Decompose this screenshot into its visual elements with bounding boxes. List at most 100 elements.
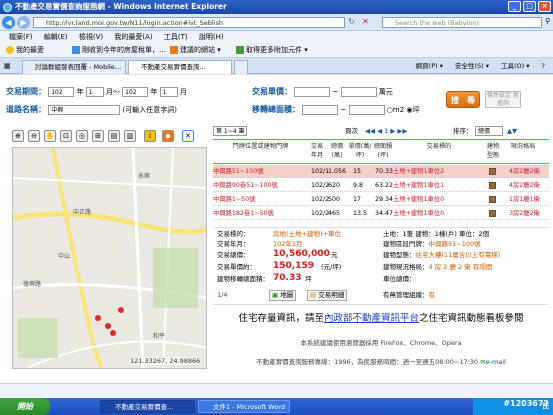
- zoom-in-icon[interactable]: ⊕: [12, 130, 24, 142]
- clear-icon[interactable]: ✕: [182, 130, 194, 142]
- col-building-type[interactable]: 建物型態: [484, 142, 502, 160]
- table-row[interactable]: 中興路182巷1~50號 102/2 465 13.5 34.47 土地+建物1車位0 3房…: [213, 207, 549, 220]
- zoom-out-icon[interactable]: ⊖: [28, 130, 40, 142]
- cell-address[interactable]: 中興路1~50號: [213, 193, 255, 206]
- col-area[interactable]: 總面積(坪): [372, 142, 394, 160]
- sort-order-icon[interactable]: ▲▼: [507, 125, 517, 137]
- menu-view[interactable]: 檢視(V): [79, 33, 103, 41]
- favorite-item-label: 剛收到今年的房屋稅單，…: [82, 46, 166, 54]
- map-marker[interactable]: [118, 307, 124, 313]
- tab-label: 討論群組發表回覆 - Mobile…: [35, 63, 122, 71]
- refresh-icon[interactable]: ↻: [348, 17, 355, 26]
- pan-icon[interactable]: ✋: [44, 130, 56, 142]
- menu-tools[interactable]: 工具(T): [164, 33, 188, 41]
- transaction-detail: 交易標的： 房地(土地+建物)+車位 交易年月： 102年1月 交易總價： 10…: [213, 227, 549, 305]
- service-hotline: 不動產實價查詢服務專線：1996，為民服務時間：週一至週五08:00~17:30…: [213, 356, 549, 366]
- page-label: 頁次: [345, 127, 358, 135]
- cell-address[interactable]: 中興路182巷1~50號: [213, 207, 274, 220]
- measure-icon[interactable]: ⊞: [92, 130, 104, 142]
- col-unit-price[interactable]: 單價(萬/坪): [348, 142, 372, 160]
- favorite-item-tax[interactable]: 剛收到今年的房屋稅單，…: [72, 43, 166, 58]
- quick-tabs-icon[interactable]: ▦: [4, 62, 11, 70]
- col-date[interactable]: 交易年月: [308, 142, 326, 160]
- menu-favorites[interactable]: 我的最愛(A): [114, 33, 152, 41]
- maximize-button[interactable]: □: [523, 1, 536, 12]
- start-year-select[interactable]: 102: [48, 87, 75, 97]
- col-total[interactable]: 總價(萬): [326, 142, 348, 160]
- end-month-select[interactable]: 1: [159, 87, 178, 97]
- email-link[interactable]: e-mail: [486, 358, 506, 366]
- detail-value: 1筆 建物：1棟(戶) 車位：2個: [402, 230, 490, 238]
- task-word[interactable]: 文件1 - Microsoft Word: [198, 400, 290, 413]
- menu-edit[interactable]: 編輯(E): [44, 33, 68, 41]
- map-toolbar: ⊕ ⊖ ✋ ⊡ ◎ ⊞ ▤ ▥ i ◆ ✕: [12, 130, 207, 144]
- detail-unit: 坪: [305, 275, 312, 283]
- tools-menu[interactable]: 工具(O) ▾: [501, 60, 530, 73]
- map-marker[interactable]: [95, 315, 101, 321]
- road-input[interactable]: 中興: [48, 105, 121, 115]
- stop-icon[interactable]: ✕: [362, 17, 369, 26]
- search-button[interactable]: 搜 尋: [446, 91, 480, 108]
- minimize-button[interactable]: _: [508, 1, 521, 12]
- full-extent-icon[interactable]: ⊡: [60, 130, 72, 142]
- map-road-label: 中正路: [73, 208, 91, 216]
- table-row[interactable]: 中興路1~50號 102/2 500 17 29.34 土地+建物1車位0 1房1廳1衛: [213, 193, 549, 206]
- new-query-button[interactable]: 條件設定 新查詢: [485, 91, 521, 108]
- date-range-row: 交易期間： 102 年 1 月～ 102 年 1 月: [6, 85, 187, 99]
- task-ie[interactable]: 不動產交易實價查...: [100, 400, 195, 413]
- favorite-item-suggested[interactable]: 建議的網站 ▾: [170, 43, 221, 58]
- date-label: 交易期間：: [6, 87, 46, 96]
- col-target[interactable]: 交易標的: [394, 142, 484, 151]
- close-button[interactable]: ×: [538, 1, 551, 12]
- layers-icon[interactable]: ▤: [108, 130, 120, 142]
- platform-link[interactable]: 內政部不動產資訊平台: [324, 313, 419, 324]
- detail-button[interactable]: ▤ 交易明細: [307, 290, 348, 301]
- sort-select[interactable]: 總價: [475, 126, 503, 136]
- tab-forum[interactable]: 討論群組發表回覆 - Mobile…: [22, 60, 126, 74]
- map-marker[interactable]: [105, 323, 111, 329]
- window-title: 不動產交易實價查詢服務網 - Windows Internet Explorer: [15, 2, 227, 11]
- price-max-input[interactable]: [340, 87, 377, 97]
- area-max-input[interactable]: [348, 105, 385, 115]
- back-button[interactable]: ◀: [2, 16, 15, 29]
- col-layout[interactable]: 現況格局: [503, 142, 543, 151]
- price-min-input[interactable]: [294, 87, 331, 97]
- new-tab-button[interactable]: [234, 60, 248, 74]
- cell-address[interactable]: 中興路51~100號: [213, 165, 264, 178]
- map-button[interactable]: ▣ 地圖: [269, 290, 297, 301]
- detail-unit: (元/坪): [321, 263, 342, 271]
- tab-realestate[interactable]: 不動產交易實價查詢…: [128, 60, 232, 74]
- locate-icon[interactable]: ◎: [76, 130, 88, 142]
- menu-file[interactable]: 檔案(F): [9, 33, 33, 41]
- search-icon[interactable]: ⚲: [545, 17, 550, 25]
- start-button[interactable]: 開始: [0, 398, 50, 415]
- search-input[interactable]: Search the web (Babylon): [382, 17, 542, 28]
- print-icon[interactable]: ▥: [124, 130, 136, 142]
- area-min-input[interactable]: [302, 105, 339, 115]
- favorites-button[interactable]: 我的最愛: [6, 43, 44, 58]
- map-view[interactable]: 中正路 復興路 永興 和平 中山: [12, 147, 207, 369]
- building-type-icon: [489, 210, 496, 217]
- marker-icon[interactable]: ◆: [162, 130, 174, 142]
- pager[interactable]: ◀◀ ◀ 1 ▶ ▶▶: [365, 125, 407, 137]
- page-menu[interactable]: 網頁(P) ▾: [416, 60, 443, 73]
- url-input[interactable]: http://lvr.land.moi.gov.tw/N11/login.act…: [33, 17, 345, 28]
- menu-help[interactable]: 說明(H): [199, 33, 224, 41]
- info-icon[interactable]: i: [144, 130, 156, 142]
- favorite-item-addons[interactable]: 取得更多附加元件 ▾: [236, 43, 308, 58]
- cell-layout: 4房2廳2衛: [509, 182, 540, 189]
- start-month-select[interactable]: 1: [85, 87, 104, 97]
- help-menu[interactable]: ?: [542, 60, 545, 73]
- table-row[interactable]: 中興路90巷51~100號 102/2 620 9.8 63.22 土地+建物1車位1 4房…: [213, 179, 549, 192]
- col-address[interactable]: 門牌位置或建物門牌: [213, 142, 308, 151]
- cell-total: 620: [328, 182, 341, 189]
- detail-right-3: 建物現況格局：4 房 2 廳 2 衛 有隔間: [383, 263, 492, 272]
- map-marker[interactable]: [110, 330, 116, 336]
- forward-button[interactable]: ▶: [17, 16, 30, 29]
- safety-menu[interactable]: 安全性(S) ▾: [455, 60, 489, 73]
- record-range-select[interactable]: 第 1~4 筆: [213, 126, 247, 136]
- cell-address[interactable]: 中興路90巷51~100號: [213, 179, 278, 192]
- table-row[interactable]: 中興路51~100號 102/1 1,056 15 70.33 土地+建物1車位2 4房2廳…: [213, 165, 549, 178]
- end-year-select[interactable]: 102: [122, 87, 149, 97]
- map-canvas[interactable]: 中正路 復興路 永興 和平 中山: [13, 148, 207, 369]
